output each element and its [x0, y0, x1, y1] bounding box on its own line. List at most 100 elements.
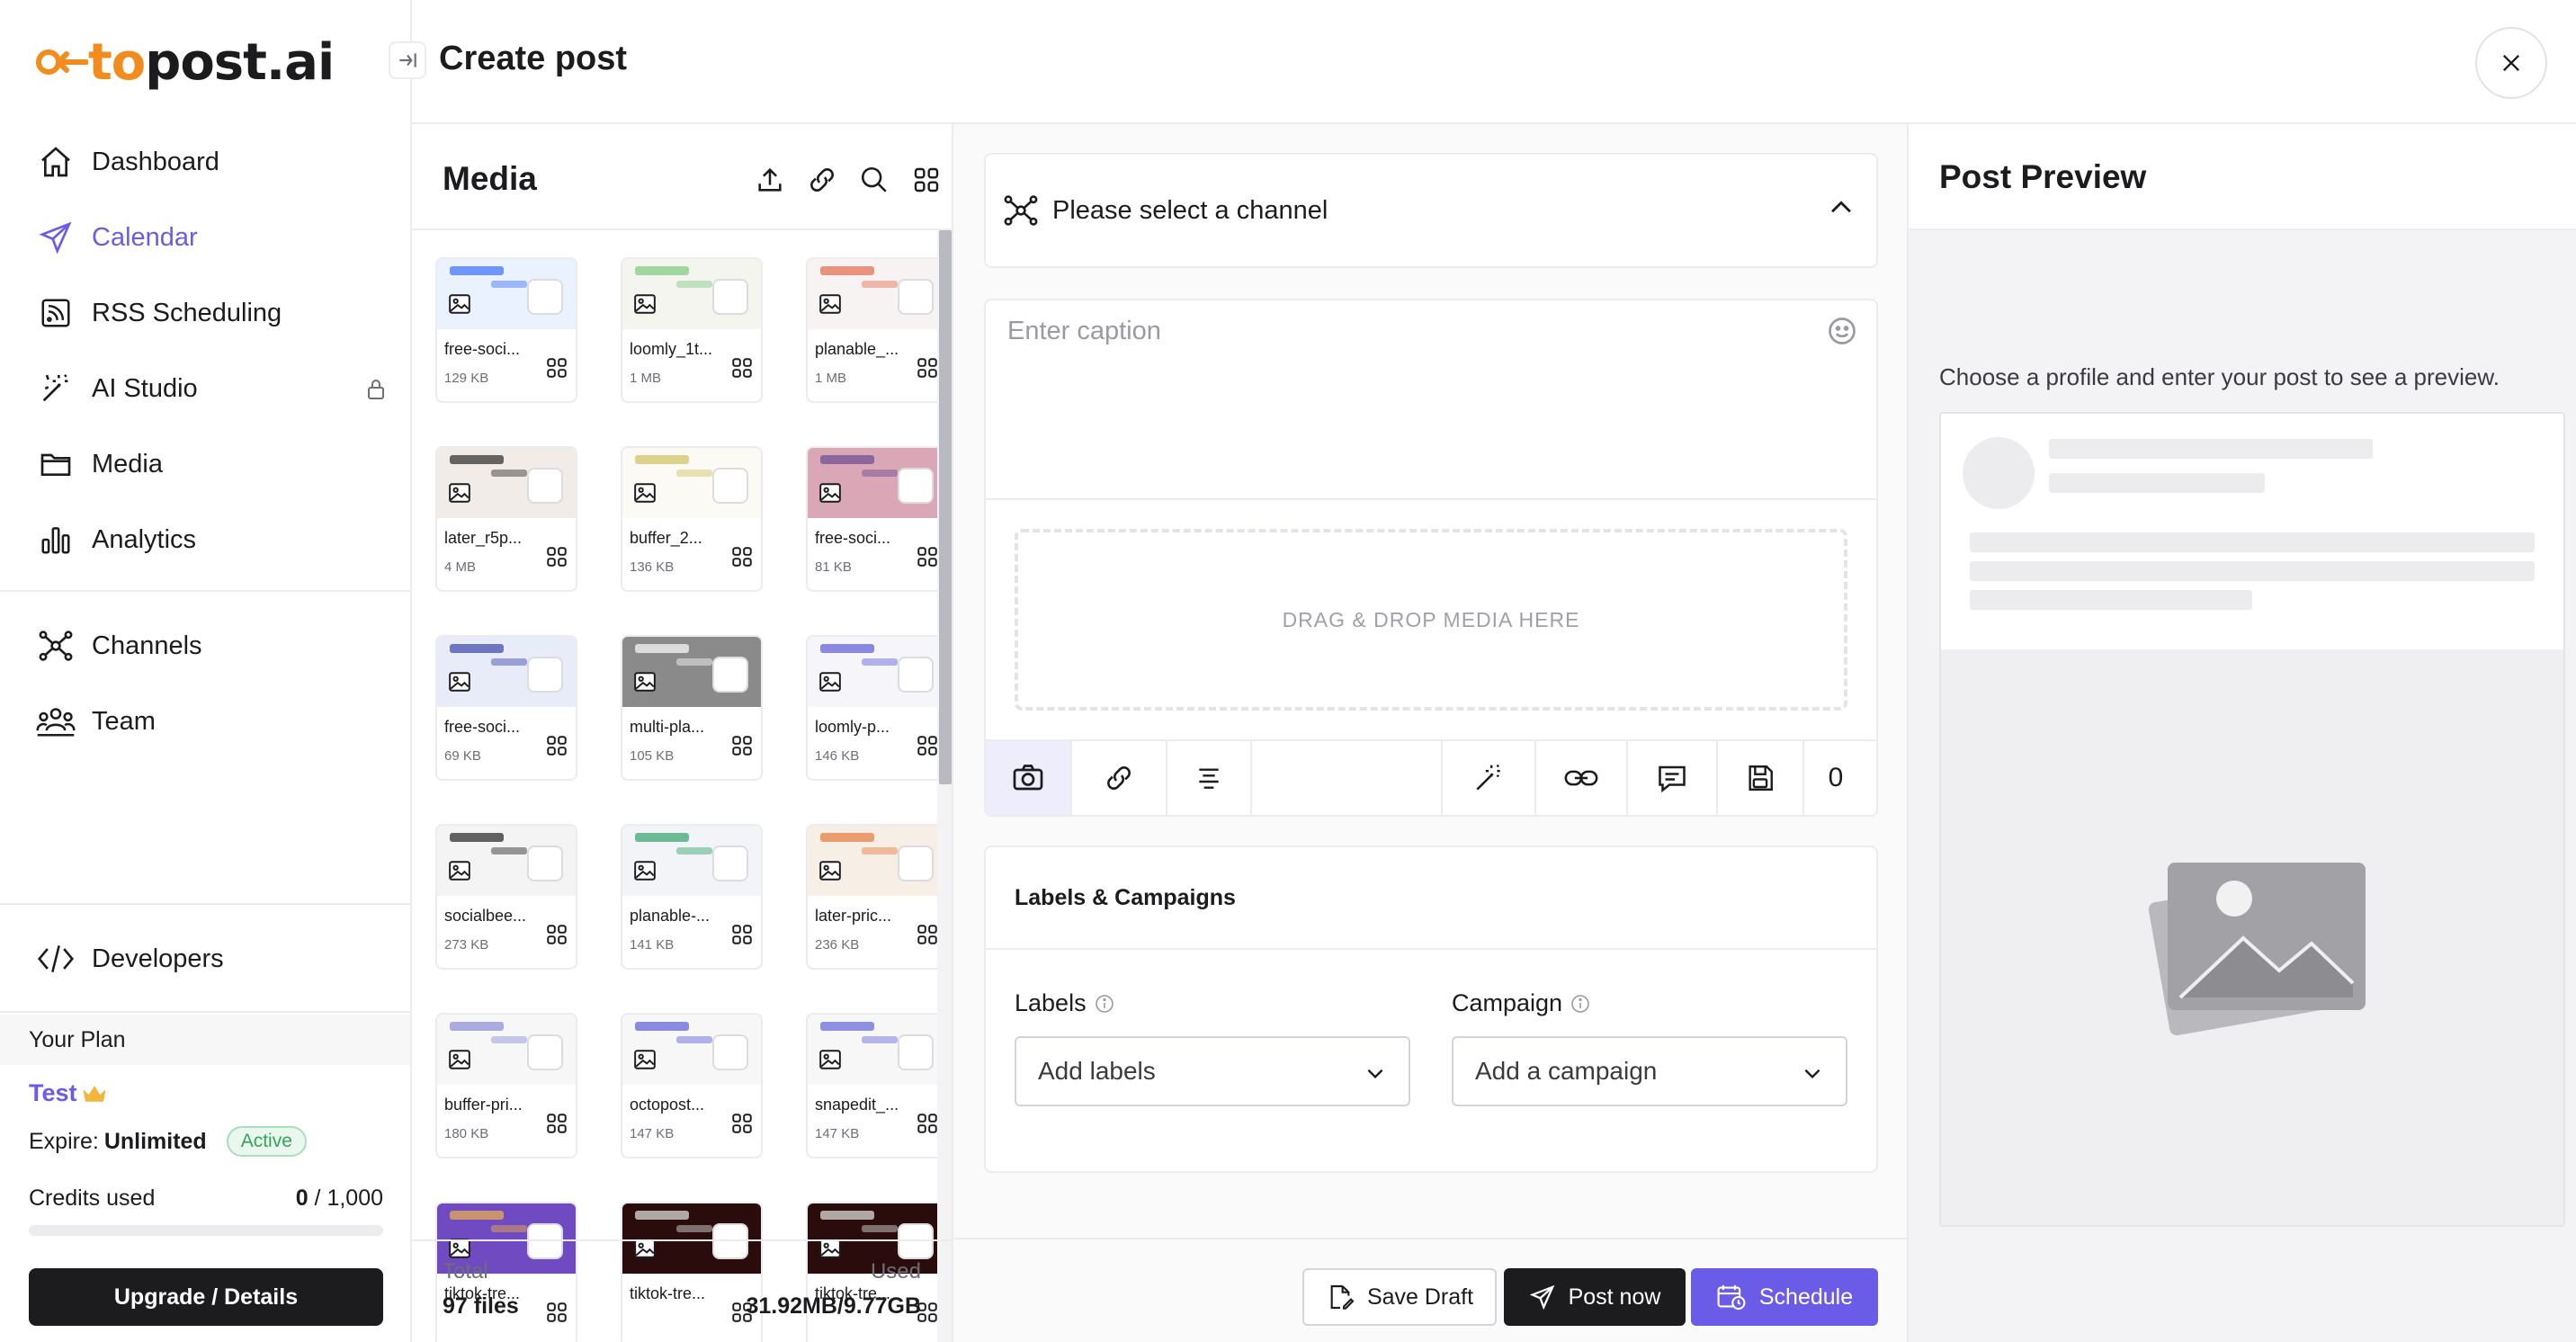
select-checkbox[interactable] [527, 1223, 563, 1259]
align-button[interactable] [1167, 741, 1252, 815]
grid-options-icon[interactable] [916, 923, 939, 946]
grid-options-icon[interactable] [730, 1112, 754, 1135]
select-checkbox[interactable] [712, 845, 748, 881]
grid-options-icon[interactable] [545, 734, 568, 757]
labels-select[interactable]: Add labels [1015, 1036, 1410, 1106]
thumbnail-accent [450, 455, 504, 464]
schedule-button[interactable]: Schedule [1691, 1268, 1878, 1326]
media-file-name: multi-pla... [630, 718, 705, 736]
info-icon[interactable] [1570, 993, 1591, 1015]
media-card[interactable]: multi-pla... 105 KB [621, 635, 763, 781]
grid-options-icon[interactable] [545, 923, 568, 946]
campaign-label-text: Campaign [1452, 989, 1563, 1016]
nav-item-media[interactable]: Media [36, 437, 387, 491]
upload-icon[interactable] [750, 160, 790, 200]
nav-item-channels[interactable]: Channels [36, 619, 387, 673]
media-file-name: free-soci... [444, 718, 521, 736]
select-checkbox[interactable] [527, 468, 563, 504]
grid-options-icon[interactable] [730, 734, 754, 757]
select-checkbox[interactable] [712, 468, 748, 504]
ai-assist-button[interactable] [1443, 741, 1536, 815]
select-checkbox[interactable] [527, 657, 563, 693]
select-checkbox[interactable] [712, 1223, 748, 1259]
search-icon[interactable] [854, 160, 894, 200]
align-center-icon [1194, 764, 1223, 792]
grid-options-icon[interactable] [545, 1112, 568, 1135]
grid-options-icon[interactable] [545, 545, 568, 568]
grid-options-icon[interactable] [916, 734, 939, 757]
grid-options-icon[interactable] [916, 545, 939, 568]
media-card[interactable]: later_r5p... 4 MB [435, 446, 577, 592]
media-footer-divider [412, 1239, 952, 1241]
select-checkbox[interactable] [898, 657, 934, 693]
nav-item-team[interactable]: Team [36, 694, 387, 748]
rss-icon [36, 293, 76, 333]
media-card[interactable]: loomly_1t... 1 MB [621, 257, 763, 403]
link-button[interactable] [1072, 741, 1167, 815]
calendar-clock-icon [1716, 1283, 1747, 1311]
caption-input[interactable]: Enter caption [1007, 317, 1161, 346]
link-icon[interactable] [802, 160, 842, 200]
nav-item-rss-scheduling[interactable]: RSS Scheduling [36, 286, 387, 340]
grid-options-icon[interactable] [730, 923, 754, 946]
media-card[interactable]: tiktok-tre... [621, 1202, 763, 1342]
post-now-button[interactable]: Post now [1504, 1268, 1686, 1326]
media-card[interactable]: snapedit_... 147 KB [806, 1013, 939, 1159]
campaign-select[interactable]: Add a campaign [1452, 1036, 1847, 1106]
media-card[interactable]: loomly-p... 146 KB [806, 635, 939, 781]
grid-options-icon[interactable] [916, 1112, 939, 1135]
select-checkbox[interactable] [712, 657, 748, 693]
grid-options-icon[interactable] [545, 356, 568, 380]
grid-options-icon[interactable] [916, 356, 939, 380]
credits-used: 0 [295, 1185, 309, 1211]
upgrade-button[interactable]: Upgrade / Details [29, 1268, 383, 1326]
select-checkbox[interactable] [898, 279, 934, 315]
media-card[interactable]: free-soci... 69 KB [435, 635, 577, 781]
toolbar-spacer [1252, 741, 1443, 815]
camera-button[interactable] [986, 741, 1072, 815]
nav-item-developers[interactable]: Developers [36, 932, 387, 986]
grid-options-icon[interactable] [545, 1301, 568, 1324]
close-button[interactable] [2475, 27, 2547, 99]
save-template-button[interactable] [1718, 741, 1804, 815]
select-checkbox[interactable] [712, 1034, 748, 1070]
select-checkbox[interactable] [898, 1223, 934, 1259]
collapse-sidebar-button[interactable] [389, 41, 426, 79]
select-checkbox[interactable] [898, 468, 934, 504]
select-checkbox[interactable] [712, 279, 748, 315]
thumbnail-accent [635, 1211, 689, 1220]
grid-options-icon[interactable] [730, 356, 754, 380]
select-checkbox[interactable] [527, 279, 563, 315]
url-shortener-button[interactable] [1536, 741, 1628, 815]
media-dropzone[interactable]: DRAG & DROP MEDIA HERE [1015, 529, 1847, 711]
select-checkbox[interactable] [527, 1034, 563, 1070]
media-card[interactable]: planable_... 1 MB [806, 257, 939, 403]
media-card[interactable]: buffer_2... 136 KB [621, 446, 763, 592]
channel-selector[interactable]: Please select a channel [984, 153, 1878, 268]
nav-item-ai-studio[interactable]: AI Studio [36, 362, 387, 416]
media-card[interactable]: free-soci... 129 KB [435, 257, 577, 403]
nav-item-dashboard[interactable]: Dashboard [36, 135, 387, 189]
media-card[interactable]: octopost... 147 KB [621, 1013, 763, 1159]
nav-item-analytics[interactable]: Analytics [36, 513, 387, 567]
character-count: 0 [1804, 741, 1867, 815]
emoji-icon[interactable] [1826, 315, 1858, 347]
select-checkbox[interactable] [898, 1034, 934, 1070]
grid-view-icon[interactable] [907, 160, 946, 200]
media-card[interactable]: free-soci... 81 KB [806, 446, 939, 592]
media-card[interactable]: planable-... 141 KB [621, 824, 763, 970]
select-checkbox[interactable] [898, 845, 934, 881]
nav-item-calendar[interactable]: Calendar [36, 210, 387, 264]
media-card[interactable]: later-pric... 236 KB [806, 824, 939, 970]
select-checkbox[interactable] [527, 845, 563, 881]
comment-button[interactable] [1628, 741, 1718, 815]
media-card[interactable]: buffer-pri... 180 KB [435, 1013, 577, 1159]
media-scrollbar-thumb[interactable] [939, 230, 952, 784]
grid-options-icon[interactable] [730, 545, 754, 568]
media-card[interactable]: socialbee... 273 KB [435, 824, 577, 970]
app-logo[interactable]: octo topost.ai [34, 31, 335, 94]
plan-header: Your Plan [0, 1015, 410, 1065]
info-icon[interactable] [1094, 993, 1115, 1015]
save-draft-button[interactable]: Save Draft [1302, 1268, 1497, 1326]
thumbnail-accent [862, 847, 898, 854]
